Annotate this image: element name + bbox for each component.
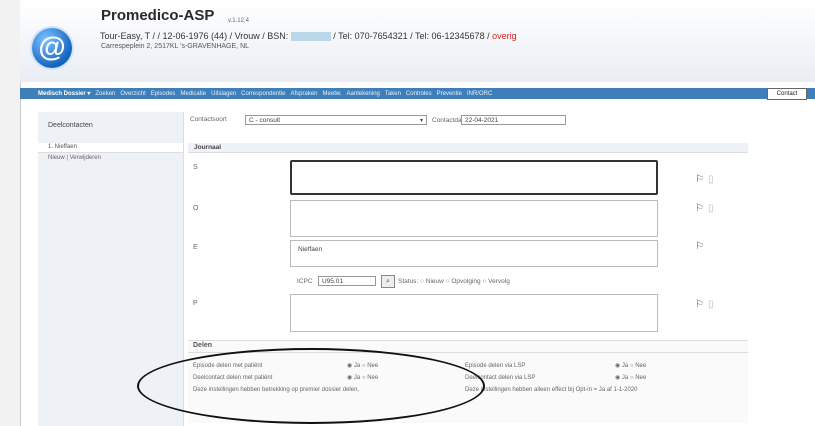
patient-flag[interactable]: overig [492, 31, 517, 41]
journal-header: Journaal [188, 143, 748, 153]
nav-item[interactable]: Zoeken [95, 90, 115, 98]
sidebar-item-label: 1. Nieffaen [48, 144, 77, 150]
e-textarea-value: Nieffaen [298, 246, 323, 253]
icpc-label: ICPC [297, 278, 313, 285]
episode-delen-lsp-label: Episode delen via LSP [465, 363, 526, 369]
trash-icon[interactable]: ▯ [708, 300, 714, 310]
sidebar-item-deelcontact[interactable]: 1. Nieffaen [38, 143, 183, 153]
patient-phones: / Tel: 070-7654321 / Tel: 06-12345678 / [333, 31, 490, 41]
nav-item[interactable]: Afspraken [291, 90, 318, 98]
nav-item[interactable]: Correspondentie [241, 90, 285, 98]
patient-info: Tour-Easy, T / / 12-06-1976 (44) / Vrouw… [100, 31, 517, 42]
nav-item[interactable]: Medicatie [180, 90, 206, 98]
e-textarea[interactable] [290, 240, 658, 267]
contactdatum-input[interactable]: 22-04-2021 [461, 115, 566, 125]
soep-label-s: S [193, 164, 198, 171]
radio-yes-label: Ja [621, 363, 629, 369]
nav-tab-contact[interactable]: Contact [767, 88, 807, 100]
nav-item[interactable]: Controles [406, 90, 432, 98]
nav-item[interactable]: INR/ORC [467, 90, 492, 98]
radio-no-label: Nee [635, 375, 647, 381]
highlight-annotation-ellipse [137, 348, 485, 424]
nav-item[interactable]: Uitslagen [211, 90, 236, 98]
icpc-lookup-icon[interactable]: ⌕ [381, 275, 395, 288]
nav-item[interactable]: Episodes [151, 90, 176, 98]
sidebar-title: Deelcontacten [48, 122, 93, 129]
radio-no-label: Nee [635, 363, 647, 369]
nav-item-medisch-dossier[interactable]: Medisch Dossier ▾ [38, 90, 90, 98]
flag-icon[interactable]: ⚐ [695, 204, 704, 214]
flag-icon[interactable]: ⚐ [695, 300, 704, 310]
nav-item[interactable]: Aantekening [347, 90, 380, 98]
s-textarea[interactable] [290, 160, 658, 195]
contactsoort-value: C - consult [249, 117, 281, 124]
episode-delen-lsp-radios[interactable]: ◉ Ja ○ Nee [615, 362, 646, 369]
chevron-down-icon: ▾ [419, 118, 423, 124]
icpc-input[interactable]: U95.01 [318, 276, 376, 286]
trash-icon[interactable]: ▯ [708, 175, 714, 185]
flag-icon[interactable]: ⚐ [695, 242, 704, 252]
lsp-note: Deze instellingen hebben alleen effect b… [465, 387, 638, 393]
sidebar-actions[interactable]: Nieuw | Verwijderen [48, 155, 101, 161]
nav-item[interactable]: Taken [385, 90, 401, 98]
episode-status-radios[interactable]: Status: ○ Nieuw ○ Opvolging ○ Vervolg [398, 278, 510, 285]
soep-label-e: E [193, 244, 198, 251]
patient-name: Tour-Easy, T / / 12-06-1976 (44) / Vrouw… [100, 31, 289, 41]
contactsoort-label: Contactsoort [190, 116, 227, 123]
journal-title: Journaal [194, 144, 222, 151]
flag-icon[interactable]: ⚐ [695, 175, 704, 185]
soep-label-p: P [193, 300, 198, 307]
nav-item[interactable]: Meetw. [323, 90, 342, 98]
nav-item[interactable]: Preventie [437, 90, 462, 98]
soep-label-o: O [193, 205, 199, 212]
nav-item[interactable]: Overzicht [120, 90, 145, 98]
delen-title: Delen [193, 342, 213, 349]
app-title: Promedico-ASP [101, 7, 215, 24]
p-textarea[interactable] [290, 294, 658, 332]
deelcontact-delen-lsp-radios[interactable]: ◉ Ja ○ Nee [615, 374, 646, 381]
trash-icon[interactable]: ▯ [708, 204, 714, 214]
app-version: v.1.12.4 [228, 18, 249, 24]
main-nav-items: Medisch Dossier ▾ Zoeken Overzicht Episo… [38, 90, 492, 98]
bsn-redacted [290, 32, 331, 42]
patient-address: Carrespeplein 2, 2517KL 's-GRAVENHAGE, N… [101, 43, 250, 50]
radio-yes-label: Ja [621, 375, 629, 381]
at-sign-logo-icon: @ [32, 28, 72, 68]
contactsoort-select[interactable]: C - consult ▾ [245, 115, 427, 125]
o-textarea[interactable] [290, 200, 658, 237]
